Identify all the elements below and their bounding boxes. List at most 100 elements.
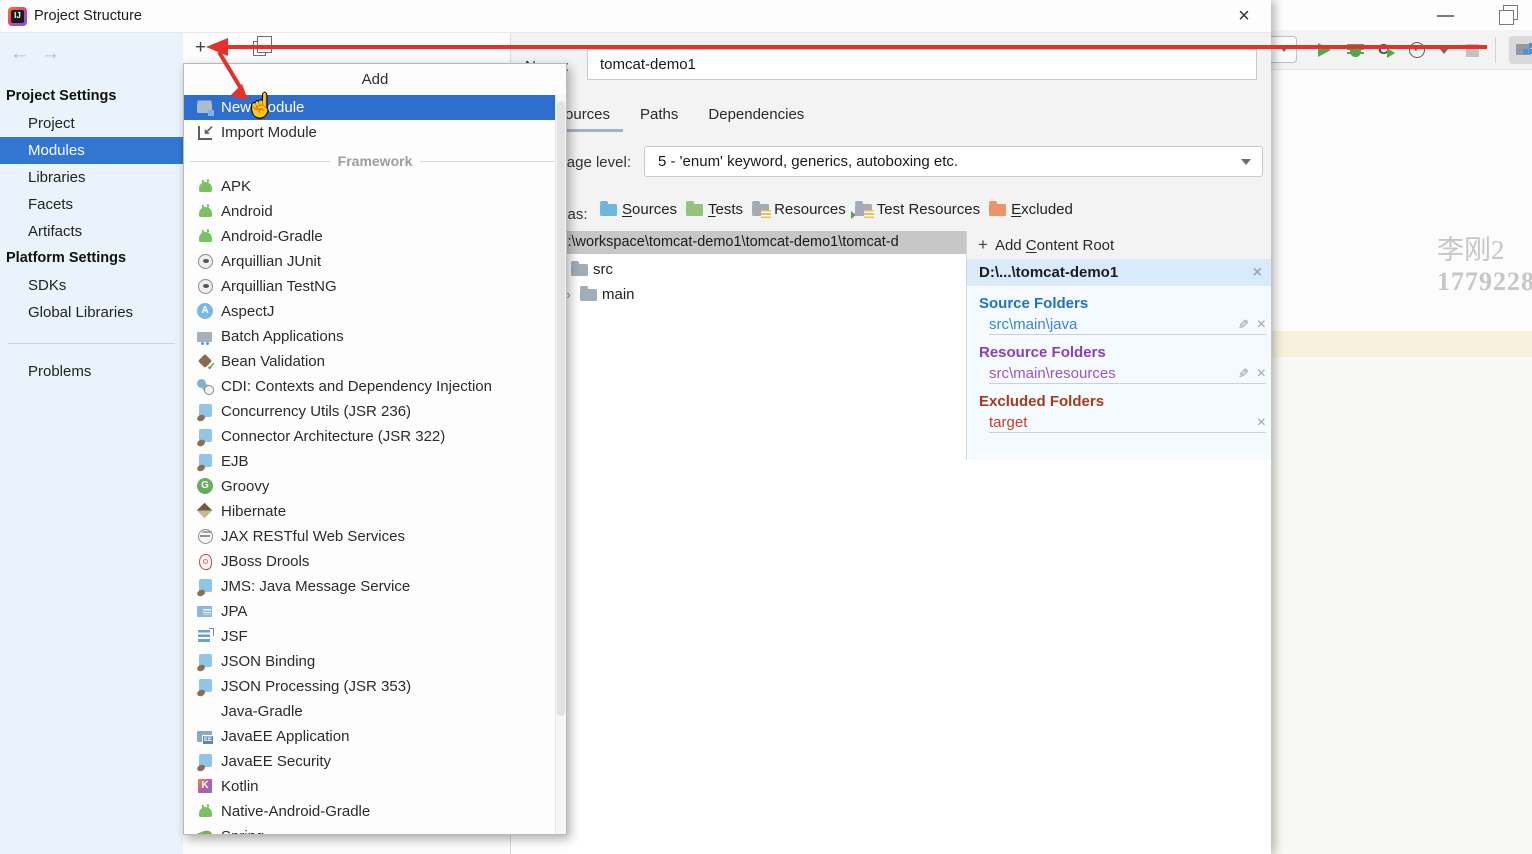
- framework-item-bean-validation[interactable]: Bean Validation: [184, 349, 555, 374]
- popup-title: Add: [361, 71, 389, 88]
- popup-item-new-module[interactable]: New Module: [184, 95, 555, 120]
- content-root-row[interactable]: D:\...\tomcat-demo1 ×: [967, 259, 1271, 286]
- framework-item-apk[interactable]: APK: [184, 174, 555, 199]
- watermark: 李刚2 177922855: [1437, 228, 1532, 297]
- module-editor-panel: Name: SourcesPathsDependencies Language …: [511, 33, 1271, 854]
- framework-item-concurrency-utils-jsr-236[interactable]: Concurrency Utils (JSR 236): [184, 399, 555, 424]
- tab-dependencies[interactable]: Dependencies: [693, 102, 819, 128]
- language-level-select[interactable]: 5 - 'enum' keyword, generics, autoboxing…: [644, 146, 1263, 177]
- folder-entry-src-main-java[interactable]: src\main\java ✎ ×: [989, 316, 1266, 335]
- sidebar-list: Project Settings Project Modules Libraries F…: [0, 83, 183, 385]
- sidebar-item-facets[interactable]: Facets: [0, 191, 183, 218]
- mark-as-sources[interactable]: Sources: [600, 200, 677, 218]
- remove-folder-icon[interactable]: ×: [1257, 316, 1266, 333]
- framework-item-jax-restful-web-services[interactable]: JAX RESTful Web Services: [184, 524, 555, 549]
- plus-icon: +: [978, 235, 988, 254]
- scrollbar-thumb[interactable]: [557, 101, 565, 716]
- run-with-coverage-button[interactable]: [1377, 41, 1395, 59]
- toolbar-icons: [1315, 36, 1532, 64]
- mark-as-tests[interactable]: Tests: [686, 200, 743, 218]
- close-icon[interactable]: ×: [1231, 2, 1257, 30]
- debug-button[interactable]: [1346, 41, 1364, 59]
- popup-item-label: Import Module: [221, 124, 317, 141]
- framework-item-jms-java-message-service[interactable]: JMS: Java Message Service: [184, 574, 555, 599]
- tree-item-main[interactable]: › main: [562, 282, 635, 307]
- import-icon: [197, 122, 214, 141]
- section-excluded-folders: Excluded Folders target ×: [979, 393, 1271, 433]
- framework-item-ejb[interactable]: EJB: [184, 449, 555, 474]
- section-title: Excluded Folders: [979, 393, 1105, 410]
- framework-item-cdi-contexts-and-dependency-injection[interactable]: CDI: Contexts and Dependency Injection: [184, 374, 555, 399]
- framework-item-javaee-application[interactable]: JavaEE Application: [184, 724, 555, 749]
- framework-item-spring[interactable]: Spring: [184, 824, 555, 834]
- tab-paths[interactable]: Paths: [625, 102, 693, 128]
- folder-entry-src-main-resources[interactable]: src\main\resources ✎ ×: [989, 365, 1266, 384]
- framework-item-java-gradle[interactable]: Java-Gradle: [184, 699, 555, 724]
- remove-folder-icon[interactable]: ×: [1257, 414, 1266, 431]
- framework-item-android[interactable]: Android: [184, 199, 555, 224]
- mark-as-test-resources[interactable]: Test Resources: [850, 200, 980, 219]
- framework-item-connector-architecture-jsr-322[interactable]: Connector Architecture (JSR 322): [184, 424, 555, 449]
- framework-item-arquillian-testng[interactable]: Arquillian TestNG: [184, 274, 555, 299]
- back-arrow-icon[interactable]: ←: [10, 43, 41, 64]
- mark-as-resources[interactable]: Resources: [752, 200, 846, 218]
- folder-entry-target[interactable]: target ×: [989, 414, 1266, 433]
- framework-item-label: JSF: [221, 628, 248, 645]
- tree-item-src[interactable]: src: [571, 257, 613, 282]
- framework-item-label: JMS: Java Message Service: [221, 578, 411, 595]
- mark-as-resources-label: Resources: [774, 201, 846, 218]
- restore-window-icon[interactable]: [1498, 5, 1518, 25]
- framework-item-android-gradle[interactable]: Android-Gradle: [184, 224, 555, 249]
- popup-item-import-module[interactable]: Import Module: [184, 120, 555, 145]
- framework-item-kotlin[interactable]: Kotlin: [184, 774, 555, 799]
- sidebar-item-global-libraries[interactable]: Global Libraries: [0, 299, 183, 326]
- sidebar-item-libraries[interactable]: Libraries: [0, 164, 183, 191]
- framework-item-batch-applications[interactable]: Batch Applications: [184, 324, 555, 349]
- background-ide-window: 李刚2 177922855: [1245, 0, 1532, 854]
- section-resource-folders: Resource Folders src\main\resources ✎ ×: [979, 344, 1271, 384]
- cdi-icon: [197, 378, 214, 395]
- remove-folder-icon[interactable]: ×: [1257, 365, 1266, 382]
- framework-item-native-android-gradle[interactable]: Native-Android-Gradle: [184, 799, 555, 824]
- edit-pencil-icon[interactable]: ✎: [1238, 366, 1249, 382]
- sidebar-item-artifacts[interactable]: Artifacts: [0, 218, 183, 245]
- framework-item-label: AspectJ: [221, 303, 275, 320]
- forward-arrow-icon[interactable]: →: [41, 43, 72, 64]
- stop-button[interactable]: [1464, 41, 1482, 59]
- content-root-tree-root[interactable]: D:\workspace\tomcat-demo1\tomcat-demo1\t…: [511, 231, 966, 254]
- mark-as-excluded[interactable]: Excluded: [989, 200, 1073, 218]
- popup-scrollbar[interactable]: [555, 95, 566, 834]
- framework-item-label: Java-Gradle: [221, 703, 303, 720]
- remove-content-root-icon[interactable]: ×: [1253, 264, 1262, 281]
- framework-item-label: APK: [221, 178, 252, 195]
- framework-item-json-binding[interactable]: JSON Binding: [184, 649, 555, 674]
- framework-item-jboss-drools[interactable]: JBoss Drools: [184, 549, 555, 574]
- add-icon[interactable]: +: [195, 38, 206, 58]
- framework-item-arquillian-junit[interactable]: Arquillian JUnit: [184, 249, 555, 274]
- batch-icon: [197, 328, 214, 345]
- copy-icon[interactable]: [253, 35, 273, 56]
- sidebar-item-sdks[interactable]: SDKs: [0, 272, 183, 299]
- framework-item-jsf[interactable]: JSF: [184, 624, 555, 649]
- framework-item-aspectj[interactable]: AspectJ: [184, 299, 555, 324]
- project-structure-button[interactable]: [1509, 36, 1532, 64]
- run-options-caret[interactable]: [1439, 41, 1451, 59]
- minimize-icon[interactable]: [1437, 15, 1454, 17]
- framework-item-hibernate[interactable]: Hibernate: [184, 499, 555, 524]
- sidebar-item-modules[interactable]: Modules: [0, 137, 183, 164]
- framework-item-javaee-security[interactable]: JavaEE Security: [184, 749, 555, 774]
- remove-icon[interactable]: −: [222, 38, 233, 58]
- javaee-bean-icon: [197, 753, 214, 770]
- profiler-button[interactable]: [1408, 41, 1426, 59]
- edit-pencil-icon[interactable]: ✎: [1238, 317, 1249, 333]
- add-content-root-button[interactable]: + Add Content Root: [967, 231, 1271, 259]
- javaee-bean-icon: [197, 428, 214, 445]
- framework-item-groovy[interactable]: Groovy: [184, 474, 555, 499]
- sidebar-item-project[interactable]: Project: [0, 110, 183, 137]
- module-name-input[interactable]: [587, 49, 1257, 80]
- framework-item-json-processing-jsr-353[interactable]: JSON Processing (JSR 353): [184, 674, 555, 699]
- run-button[interactable]: [1315, 41, 1333, 59]
- framework-item-jpa[interactable]: JPA: [184, 599, 555, 624]
- watermark-phone: 177922855: [1437, 267, 1532, 296]
- sidebar-item-problems[interactable]: Problems: [0, 358, 183, 385]
